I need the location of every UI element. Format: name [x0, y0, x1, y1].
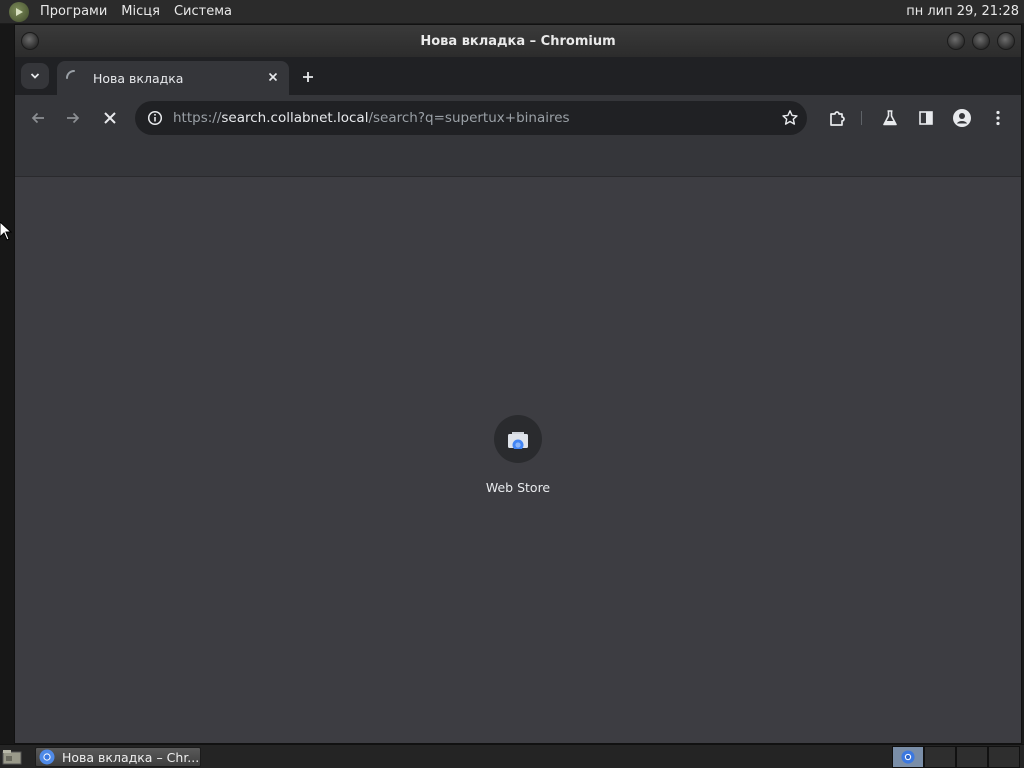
- taskbar-window-chromium[interactable]: Нова вкладка – Chr...: [35, 747, 201, 767]
- close-icon: [104, 112, 116, 124]
- stop-loading-button[interactable]: [98, 106, 122, 130]
- menu-places[interactable]: Місця: [121, 4, 160, 19]
- chromium-icon: [901, 750, 915, 764]
- close-icon: [268, 72, 278, 82]
- extensions-button[interactable]: [825, 106, 849, 130]
- workspace-2[interactable]: [924, 746, 956, 768]
- arrow-right-icon: [67, 112, 80, 124]
- workspace-4[interactable]: [988, 746, 1020, 768]
- window-close-button[interactable]: [997, 32, 1015, 50]
- chromium-icon: [39, 749, 55, 765]
- side-panel-icon: [919, 111, 933, 125]
- shortcut-web-store[interactable]: Web Store: [468, 415, 568, 505]
- forward-button[interactable]: [61, 106, 85, 130]
- browser-toolbar: https://search.collabnet.local/search?q=…: [15, 95, 1021, 141]
- window-minimize-button[interactable]: [947, 32, 965, 50]
- bookmark-star-icon[interactable]: [781, 109, 799, 127]
- shortcut-label: Web Store: [485, 480, 551, 495]
- url-path: /search?q=supertux+binaires: [368, 110, 570, 126]
- mouse-cursor-icon: [0, 222, 12, 241]
- tab-title: Нова вкладка: [93, 70, 184, 86]
- chrome-labs-button[interactable]: [878, 106, 902, 130]
- chevron-down-icon: [30, 73, 40, 79]
- new-tab-page: Web Store: [15, 177, 1021, 743]
- menu-system[interactable]: Система: [174, 4, 232, 19]
- browser-window: Нова вкладка – Chromium Нова вкладка htt…: [14, 24, 1022, 744]
- window-maximize-button[interactable]: [972, 32, 990, 50]
- tab-close-button[interactable]: [265, 69, 281, 85]
- show-desktop-icon[interactable]: [2, 748, 22, 766]
- avatar-icon: [953, 109, 971, 127]
- toolbar-divider: [861, 111, 862, 125]
- panel-clock[interactable]: пн лип 29, 21:28: [906, 4, 1019, 19]
- tab-new-tab[interactable]: Нова вкладка: [57, 61, 289, 95]
- workspace-1[interactable]: [892, 746, 924, 768]
- side-panel-button[interactable]: [914, 106, 938, 130]
- workspace-switcher: [892, 746, 1020, 768]
- window-menu-button[interactable]: [21, 32, 39, 50]
- plus-icon: [303, 72, 313, 82]
- url-scheme: https://: [173, 110, 222, 126]
- address-bar[interactable]: https://search.collabnet.local/search?q=…: [135, 101, 807, 135]
- profile-button[interactable]: [950, 106, 974, 130]
- arrow-left-icon: [31, 112, 44, 124]
- more-vertical-icon: [996, 110, 1000, 126]
- browser-menu-button[interactable]: [986, 106, 1010, 130]
- info-icon[interactable]: [147, 110, 163, 126]
- flask-icon: [883, 110, 897, 126]
- new-tab-button[interactable]: [297, 66, 319, 88]
- url-host: search.collabnet.local: [221, 110, 369, 126]
- puzzle-icon: [830, 111, 845, 126]
- back-button[interactable]: [26, 106, 50, 130]
- shortcut-icon: [494, 415, 542, 463]
- webstore-icon: [508, 432, 528, 449]
- loading-spinner-icon: [66, 70, 75, 79]
- distro-logo-icon[interactable]: [9, 1, 29, 22]
- top-panel: Програми Місця Система пн лип 29, 21:28: [0, 0, 1024, 24]
- desktop-strip: [0, 24, 14, 744]
- menu-applications[interactable]: Програми: [40, 4, 107, 19]
- bookmark-bar: [15, 141, 1021, 177]
- taskbar: Нова вкладка – Chr...: [0, 744, 1024, 768]
- window-title-bar[interactable]: Нова вкладка – Chromium: [15, 25, 1021, 57]
- window-title: Нова вкладка – Chromium: [420, 33, 616, 49]
- taskbar-window-label: Нова вкладка – Chr...: [62, 749, 200, 765]
- tab-strip: Нова вкладка: [15, 57, 1021, 95]
- tab-search-button[interactable]: [21, 63, 49, 89]
- workspace-3[interactable]: [956, 746, 988, 768]
